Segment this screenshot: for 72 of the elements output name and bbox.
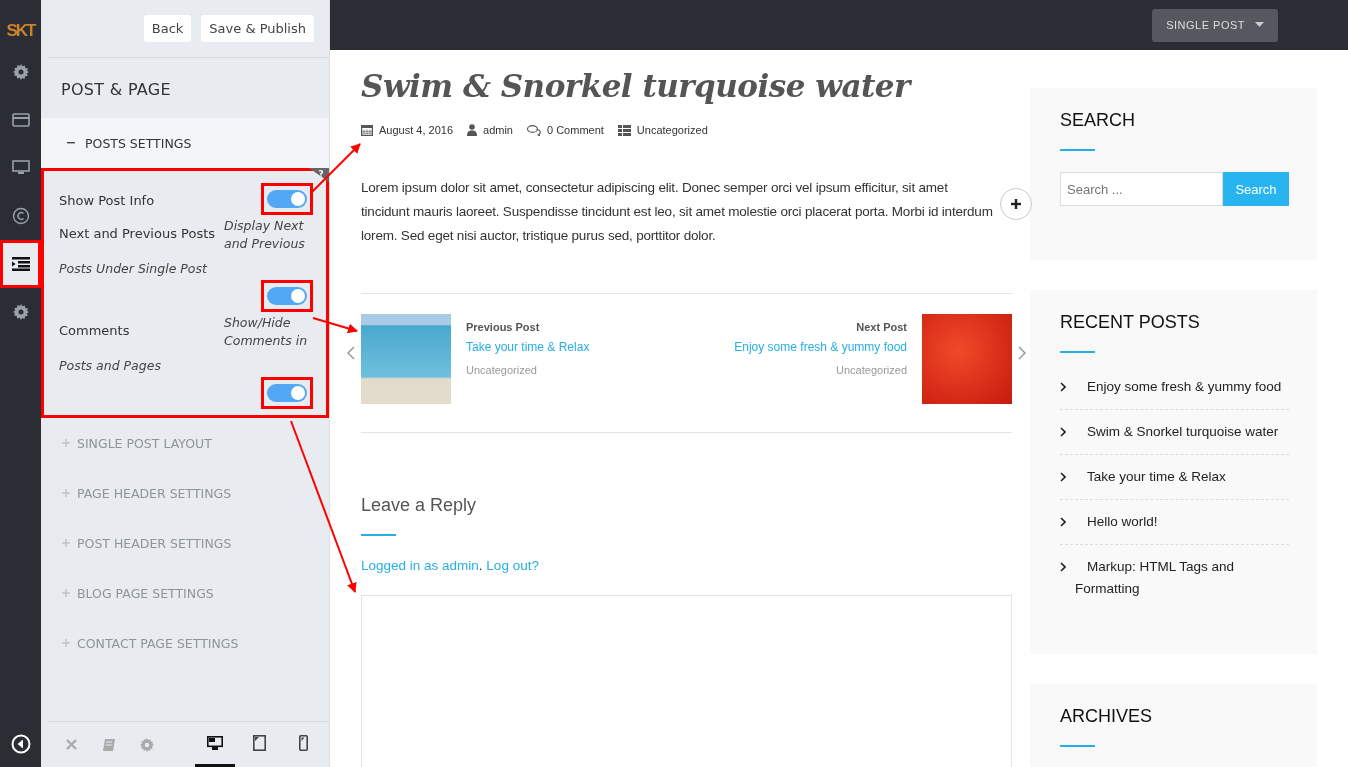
setting-label: Next and Previous Posts (59, 225, 216, 243)
category-label: Uncategorized (835, 364, 907, 376)
toggle-switch[interactable] (267, 287, 307, 305)
setting-description: Posts and Pages (59, 358, 162, 373)
close-icon (65, 739, 77, 750)
post-body: Lorem ipsum dolor sit amet, consectetur adipiscing elit. Donec semper orci vel ipsum efficitur, sit amet tincidunt mauris laoreet. Suspendisse tincidunt est leo, sit amet molestie orci placerat porta. Morbi id interdum lorem. Sed eget nisi auctor, tristique purus sed, porttitor dolor. (361, 179, 994, 245)
recent-post-link[interactable]: Markup: HTML Tags and Formatting (1060, 556, 1289, 600)
view-dropdown[interactable]: SINGLE POST (1152, 8, 1278, 42)
post-title: Swim & Snorkel turquoise water (361, 68, 913, 104)
list-icon (617, 124, 631, 136)
tablet-icon (252, 735, 266, 751)
gear-icon (140, 737, 154, 752)
user-icon (467, 124, 477, 136)
widget-title: ARCHIVES (1060, 706, 1154, 727)
recent-post-link[interactable]: Enjoy some fresh & yummy food (1060, 376, 1289, 398)
setting-label: Comments (59, 322, 130, 340)
login-note: Logged in as admin. Log out? (361, 558, 540, 573)
toggle-switch[interactable] (267, 384, 307, 402)
list-icon (11, 257, 30, 271)
widget-title: SEARCH (1060, 110, 1136, 131)
add-button[interactable] (1000, 188, 1032, 220)
speech-bubbles-icon (527, 124, 541, 136)
nav-heading: Previous Post (466, 321, 541, 333)
search-field[interactable]: Search ... (1060, 172, 1223, 206)
chevron-right-icon (1060, 472, 1066, 482)
recent-post-link[interactable]: Swim & Snorkel turquoise water (1060, 421, 1289, 443)
category-label: Uncategorized (466, 364, 538, 376)
setting-description: Show/Hide Comments in (224, 314, 309, 350)
plus-icon (62, 489, 70, 497)
calendar-icon (361, 124, 373, 136)
monitor-icon (11, 160, 30, 176)
setting-description: Posts Under Single Post (59, 261, 209, 276)
setting-label: Show Post Info (59, 192, 155, 208)
panel-button[interactable]: Back (143, 15, 192, 42)
meta-text: 0 Comment (547, 124, 604, 136)
chevron-left-icon[interactable] (347, 346, 355, 360)
meta-link[interactable]: Uncategorized (636, 124, 708, 136)
minus-icon (67, 142, 75, 144)
gear-icon (12, 64, 29, 80)
plus-icon (62, 589, 70, 597)
chevron-right-icon (1060, 562, 1066, 572)
book-icon (102, 737, 116, 752)
card-icon (11, 113, 30, 127)
meta-link[interactable]: admin (483, 124, 513, 136)
reply-heading: Leave a Reply (361, 495, 478, 516)
copyright-icon (11, 207, 30, 225)
toggle-switch[interactable] (267, 190, 307, 208)
recent-post-link[interactable]: Take your time & Relax (1060, 466, 1289, 488)
comment-field[interactable] (361, 595, 1012, 767)
nav-heading: Next Post (855, 321, 907, 333)
back-circle-icon (10, 734, 31, 754)
phone-icon (298, 735, 308, 751)
chevron-right-icon (1060, 382, 1066, 392)
plus-icon (1011, 199, 1021, 209)
chevron-right-icon (1060, 517, 1066, 527)
meta-text: August 4, 2016 (379, 124, 453, 136)
recent-post-link[interactable]: Hello world! (1060, 511, 1289, 533)
plus-icon (62, 539, 70, 547)
panel-title: POST & PAGE (60, 79, 172, 101)
setting-description: Display Next and Previous (224, 217, 306, 253)
collapse-button[interactable] (9, 733, 32, 755)
gear-icon (12, 304, 29, 320)
panel-button[interactable]: Save & Publish (201, 15, 314, 42)
monitor-icon (207, 735, 223, 751)
logo: SKT (6, 21, 35, 42)
chevron-right-icon[interactable] (1018, 346, 1026, 360)
section-header[interactable]: POSTS SETTINGS (41, 118, 329, 168)
widget-title: RECENT POSTS (1060, 312, 1201, 333)
caret-icon (1255, 22, 1264, 28)
plus-icon (62, 639, 70, 647)
plus-icon (62, 439, 70, 447)
chevron-right-icon (1060, 427, 1066, 437)
